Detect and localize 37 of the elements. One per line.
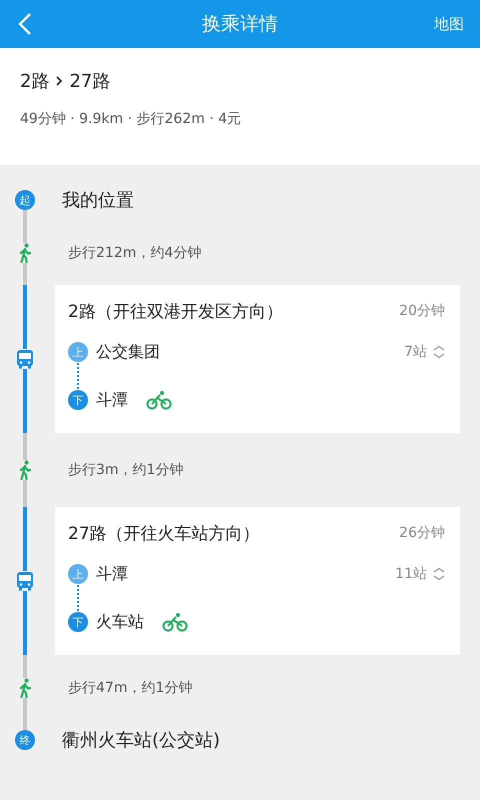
route-line-name: 27路 bbox=[69, 70, 110, 93]
walk-info: 步行47m，约1分钟 bbox=[67, 678, 192, 696]
ride-duration: 26分钟 bbox=[399, 524, 445, 542]
back-icon bbox=[18, 12, 32, 36]
bus-line-title: 2路（开往双港开发区方向） bbox=[68, 300, 283, 322]
stops-toggle[interactable]: 7站 bbox=[404, 343, 445, 361]
alight-badge: 下 bbox=[68, 390, 88, 410]
bicycle-icon bbox=[162, 612, 188, 632]
dotted-connector bbox=[77, 363, 79, 389]
walk-info: 步行3m，约1分钟 bbox=[67, 461, 184, 479]
expand-icon bbox=[433, 567, 445, 581]
walking-person-icon bbox=[18, 678, 32, 698]
route-summary: 49分钟 · 9.9km · 步行262m · 4元 bbox=[20, 110, 242, 128]
board-badge: 上 bbox=[68, 564, 88, 584]
expand-icon bbox=[433, 345, 445, 359]
alight-stop: 火车站 bbox=[96, 612, 144, 632]
endpoint-badge: 起 bbox=[15, 190, 35, 210]
board-stop: 公交集团 bbox=[96, 342, 160, 362]
alight-stop: 斗潭 bbox=[96, 390, 128, 410]
route-line-name: 2路 bbox=[20, 70, 50, 93]
ride-duration: 20分钟 bbox=[399, 302, 445, 320]
chevron-icon bbox=[55, 75, 64, 87]
page-title: 换乘详情 bbox=[202, 12, 278, 37]
board-stop: 斗潭 bbox=[96, 564, 128, 584]
alight-badge: 下 bbox=[68, 612, 88, 632]
walking-person-icon bbox=[18, 460, 32, 480]
endpoint-badge: 终 bbox=[15, 730, 35, 750]
map-button[interactable]: 地图 bbox=[434, 14, 464, 34]
board-badge: 上 bbox=[68, 342, 88, 362]
bicycle-icon bbox=[146, 390, 172, 410]
walk-info: 步行212m，约4分钟 bbox=[67, 244, 202, 262]
walking-person-icon bbox=[18, 242, 32, 262]
dotted-connector bbox=[77, 585, 79, 611]
endpoint-name: 我的位置 bbox=[61, 189, 134, 212]
endpoint-name: 衢州火车站(公交站) bbox=[61, 729, 220, 752]
bus-line-title: 27路（开往火车站方向） bbox=[68, 522, 260, 544]
stops-toggle[interactable]: 11站 bbox=[395, 565, 445, 583]
